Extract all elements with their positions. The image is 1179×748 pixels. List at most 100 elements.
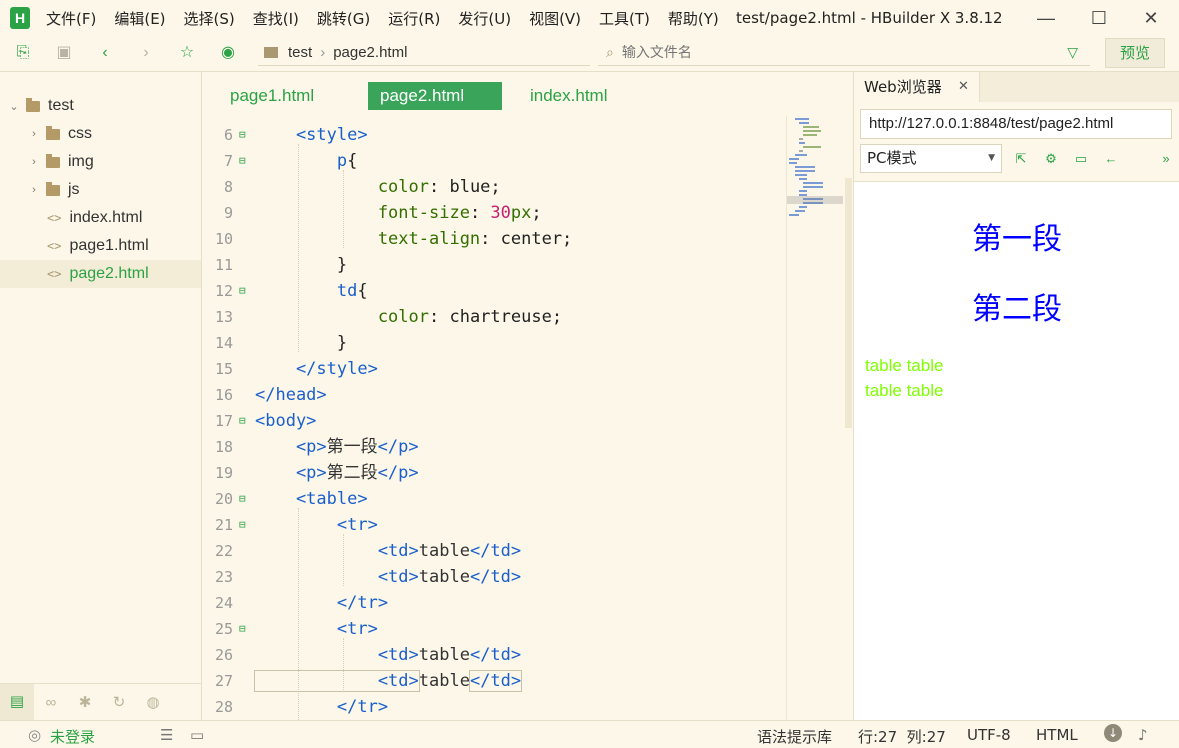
code-line[interactable]: 19 <p>第二段</p> — [203, 460, 786, 486]
scrollbar-thumb[interactable] — [845, 178, 852, 428]
fold-toggle-icon[interactable]: ⊟ — [239, 408, 246, 434]
breadcrumb-project[interactable]: test — [288, 44, 312, 61]
code-token: </p> — [377, 463, 419, 483]
maximize-icon[interactable]: ☐ — [1087, 6, 1111, 30]
tree-item-css[interactable]: › css — [0, 120, 201, 148]
code-line[interactable]: 21 ⊟ <tr> — [203, 512, 786, 538]
filter-icon[interactable]: ▽ — [1067, 44, 1078, 61]
more-icon[interactable]: » — [1157, 150, 1175, 168]
code-text: <body> — [255, 408, 316, 434]
menu-view[interactable]: 视图(V) — [529, 8, 581, 29]
save-icon[interactable]: ▣ — [53, 42, 75, 64]
code-line[interactable]: 26 <td>table</td> — [203, 642, 786, 668]
code-line[interactable]: 10 text-align: center; — [203, 226, 786, 252]
menu-edit[interactable]: 编辑(E) — [114, 8, 165, 29]
project-manager-icon[interactable]: ▤ — [0, 684, 34, 720]
tree-project[interactable]: ⌄ test — [0, 92, 201, 120]
fold-toggle-icon[interactable]: ⊟ — [239, 486, 246, 512]
user-icon[interactable]: ◎ — [28, 726, 41, 744]
open-external-icon[interactable]: ⇱ — [1012, 150, 1030, 168]
tree-item-index[interactable]: <> index.html — [0, 204, 201, 232]
fold-toggle-icon[interactable]: ⊟ — [239, 148, 246, 174]
forward-icon[interactable]: › — [135, 42, 157, 64]
tree-item-page2[interactable]: <> page2.html — [0, 260, 201, 288]
back-icon[interactable]: ‹ — [94, 42, 116, 64]
git-icon[interactable]: ↻ — [102, 693, 136, 711]
code-line[interactable]: 27 <td>table</td> — [203, 668, 786, 694]
breadcrumb-file[interactable]: page2.html — [333, 44, 407, 61]
code-line[interactable]: 20 ⊟ <table> — [203, 486, 786, 512]
new-file-icon[interactable]: ⎘ — [12, 42, 34, 64]
palette-icon[interactable]: ◍ — [136, 693, 170, 711]
menu-select[interactable]: 选择(S) — [184, 8, 235, 29]
fold-toggle-icon[interactable]: ⊟ — [239, 122, 246, 148]
code-line[interactable]: 23 <td>table</td> — [203, 564, 786, 590]
code-line[interactable]: 11 } — [203, 252, 786, 278]
code-token: 30 — [490, 203, 511, 223]
menu-goto[interactable]: 跳转(G) — [317, 8, 370, 29]
star-icon[interactable]: ☆ — [176, 42, 198, 64]
file-search-input[interactable] — [621, 44, 1042, 61]
minimap[interactable] — [786, 116, 852, 720]
code-line[interactable]: 22 <td>table</td> — [203, 538, 786, 564]
code-line[interactable]: 24 </tr> — [203, 590, 786, 616]
menu-run[interactable]: 运行(R) — [388, 8, 440, 29]
login-status[interactable]: 未登录 — [50, 726, 95, 747]
project-sidebar: ⌄ test › css › img › js <> index.html <>… — [0, 72, 202, 720]
code-line[interactable]: 15 </style> — [203, 356, 786, 382]
code-token: <tr> — [255, 619, 378, 639]
fold-toggle-icon[interactable]: ⊟ — [239, 278, 246, 304]
menu-help[interactable]: 帮助(Y) — [668, 8, 719, 29]
tab-page2[interactable]: page2.html — [368, 82, 502, 110]
menu-tools[interactable]: 工具(T) — [599, 8, 650, 29]
bell-icon[interactable]: ♪ — [1138, 726, 1148, 744]
bug-icon[interactable]: ✱ — [68, 693, 102, 711]
browser-tab[interactable]: Web浏览器 ✕ — [854, 72, 980, 102]
terminal-icon[interactable]: ▭ — [190, 726, 204, 744]
list-icon[interactable]: ☰ — [160, 726, 173, 744]
preview-button[interactable]: 预览 — [1105, 38, 1165, 68]
binoculars-icon[interactable]: ∞ — [34, 694, 68, 711]
menu-find[interactable]: 查找(I) — [253, 8, 299, 29]
tab-index[interactable]: index.html — [530, 82, 607, 110]
settings-icon[interactable]: ⚙ — [1042, 150, 1060, 168]
menu-publish[interactable]: 发行(U) — [458, 8, 511, 29]
fold-toggle-icon[interactable]: ⊟ — [239, 616, 246, 642]
code-line[interactable]: 25 ⊟ <tr> — [203, 616, 786, 642]
close-tab-icon[interactable]: ✕ — [958, 72, 969, 102]
tree-item-js[interactable]: › js — [0, 176, 201, 204]
code-line[interactable]: 13 color: chartreuse; — [203, 304, 786, 330]
fold-toggle-icon[interactable]: ⊟ — [239, 512, 246, 538]
cursor-position[interactable]: 行:27 列:27 — [858, 726, 946, 747]
device-mode-select[interactable]: PC模式 ▼ — [860, 144, 1002, 173]
language-mode[interactable]: HTML — [1036, 726, 1078, 744]
code-text: <table> — [255, 486, 368, 512]
code-editor[interactable]: 6 ⊟ <style> 7 ⊟ p{8 color: blue; 9 font-size… — [203, 118, 786, 720]
code-line[interactable]: 16 </head> — [203, 382, 786, 408]
code-line[interactable]: 14 } — [203, 330, 786, 356]
code-line[interactable]: 18 <p>第一段</p> — [203, 434, 786, 460]
code-line[interactable]: 17 ⊟ <body> — [203, 408, 786, 434]
encoding[interactable]: UTF-8 — [967, 726, 1011, 744]
back-arrow-icon[interactable]: ← — [1102, 150, 1120, 168]
tab-page1[interactable]: page1.html — [230, 82, 314, 110]
minimize-icon[interactable]: — — [1034, 6, 1058, 30]
code-text: </head> — [255, 382, 327, 408]
hint-library[interactable]: 语法提示库 — [757, 726, 832, 747]
url-field[interactable]: http://127.0.0.1:8848/test/page2.html — [860, 109, 1172, 139]
minimap-viewport[interactable] — [787, 196, 843, 204]
close-window-icon[interactable]: ✕ — [1139, 6, 1163, 30]
code-line[interactable]: 7 ⊟ p{ — [203, 148, 786, 174]
menu-file[interactable]: 文件(F) — [46, 8, 96, 29]
code-line[interactable]: 9 font-size: 30px; — [203, 200, 786, 226]
folder-icon — [46, 153, 60, 168]
tree-item-page1[interactable]: <> page1.html — [0, 232, 201, 260]
code-line[interactable]: 28 </tr> — [203, 694, 786, 720]
console-icon[interactable]: ▭ — [1072, 150, 1090, 168]
code-line[interactable]: 12 ⊟ td{ — [203, 278, 786, 304]
code-line[interactable]: 8 color: blue; — [203, 174, 786, 200]
tree-item-img[interactable]: › img — [0, 148, 201, 176]
run-icon[interactable]: ◉ — [217, 42, 239, 64]
code-line[interactable]: 6 ⊟ <style> — [203, 122, 786, 148]
download-icon[interactable]: ↓ — [1104, 724, 1122, 742]
